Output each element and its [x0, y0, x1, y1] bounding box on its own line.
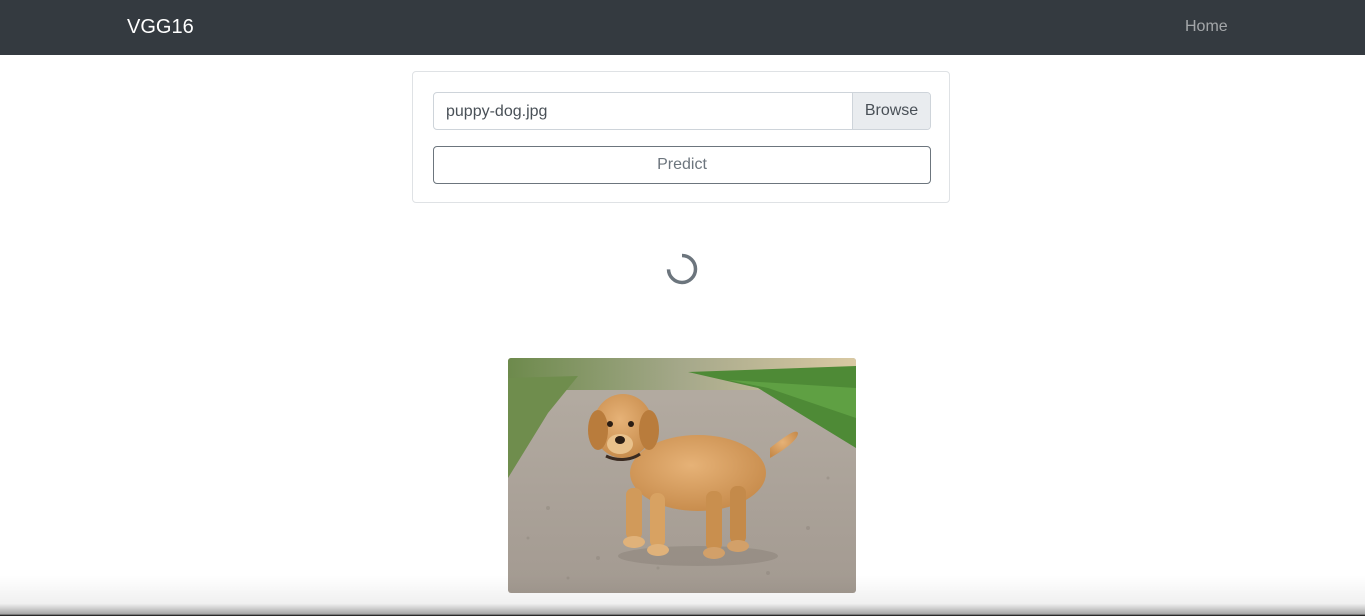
spinner-icon	[666, 253, 698, 285]
nav-home-link[interactable]: Home	[1185, 17, 1228, 37]
selected-file-name: puppy-dog.jpg	[446, 103, 548, 120]
browse-button[interactable]: Browse	[852, 93, 930, 129]
predict-button[interactable]: Predict	[433, 146, 931, 184]
preview-image	[508, 358, 856, 593]
file-input[interactable]: puppy-dog.jpg Browse	[433, 92, 931, 130]
brand-logo[interactable]: VGG16	[127, 14, 194, 40]
navbar: VGG16 Home	[0, 0, 1365, 55]
upload-card: puppy-dog.jpg Browse Predict	[412, 71, 950, 203]
